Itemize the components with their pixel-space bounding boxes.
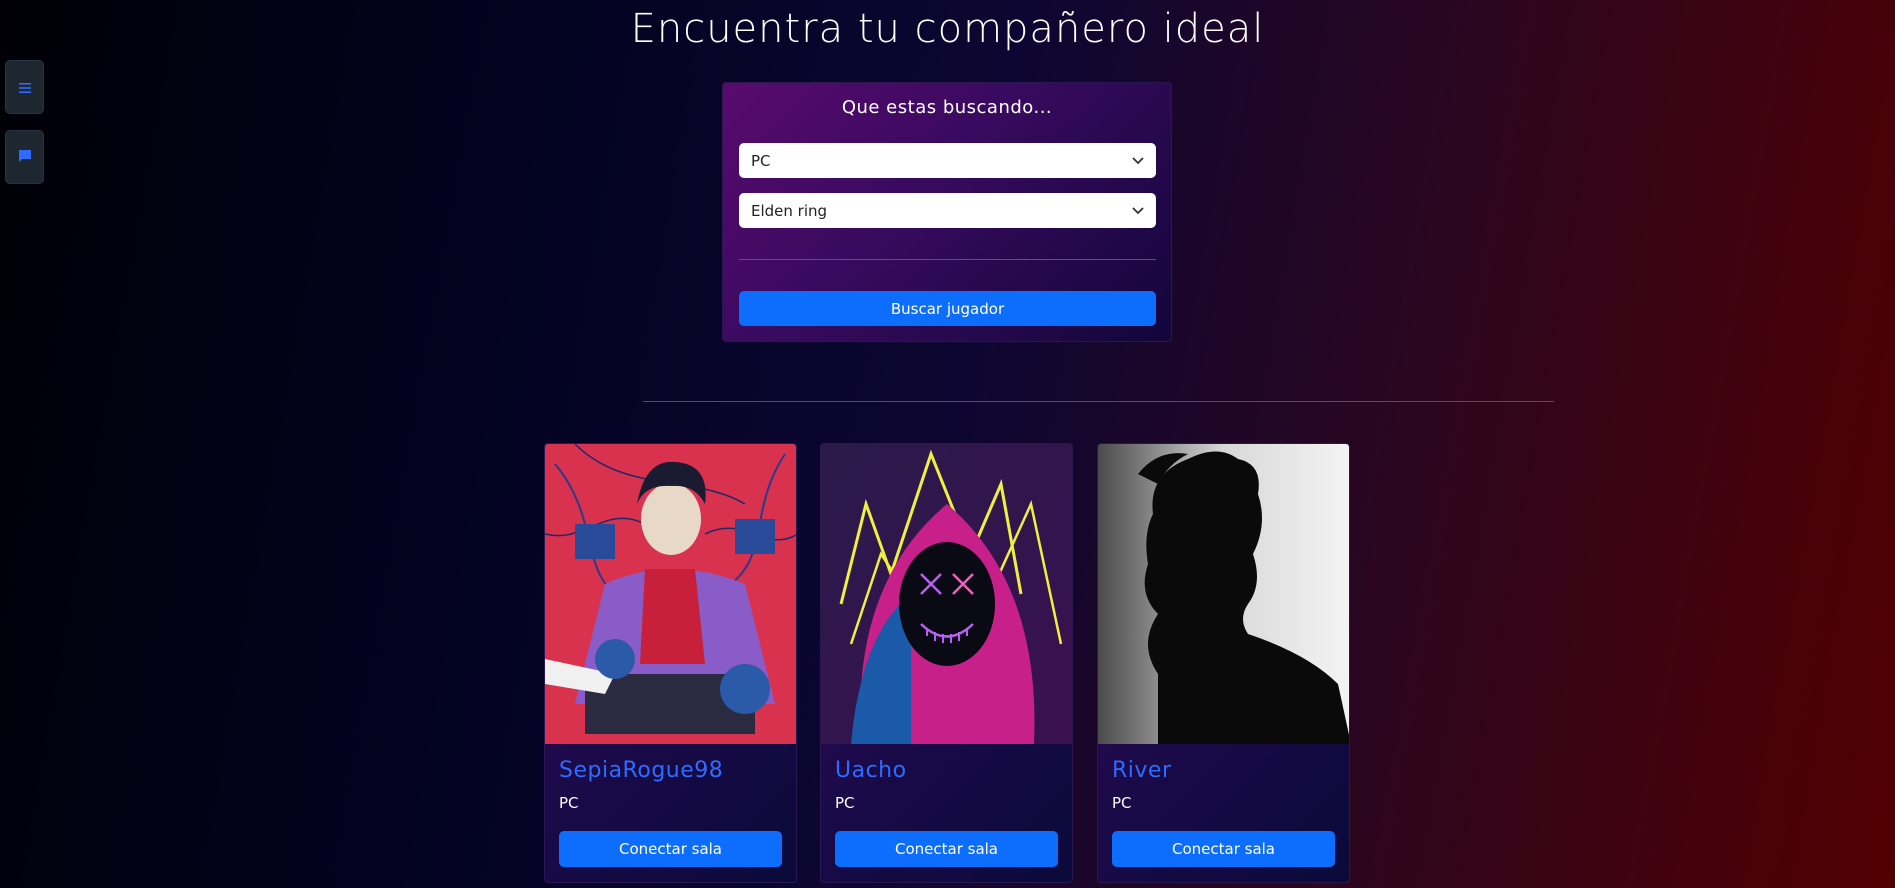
page-title: Encuentra tu compañero ideal	[630, 6, 1265, 52]
platform-select-value: PC	[751, 151, 771, 170]
chevron-down-icon	[1132, 156, 1144, 165]
hamburger-icon	[18, 78, 31, 97]
player-card: Uacho PC Conectar sala	[820, 443, 1073, 883]
connect-room-button[interactable]: Conectar sala	[835, 831, 1058, 867]
player-platform: PC	[1112, 794, 1132, 812]
player-platform: PC	[559, 794, 579, 812]
platform-select[interactable]: PC	[739, 143, 1156, 178]
section-divider	[643, 401, 1554, 402]
search-heading: Que estas buscando...	[841, 97, 1053, 118]
connect-room-button[interactable]: Conectar sala	[559, 831, 782, 867]
player-platform: PC	[835, 794, 855, 812]
player-card: River PC Conectar sala	[1097, 443, 1350, 883]
player-name: Uacho	[835, 758, 907, 783]
chat-bubble-icon	[18, 148, 32, 167]
panel-divider	[739, 259, 1156, 260]
chevron-down-icon	[1132, 206, 1144, 215]
player-name: River	[1112, 758, 1172, 783]
player-card: SepiaRogue98 PC Conectar sala	[544, 443, 797, 883]
game-select-value: Elden ring	[751, 201, 828, 220]
menu-toggle-button[interactable]	[5, 60, 44, 114]
search-player-button[interactable]: Buscar jugador	[739, 291, 1156, 326]
player-avatar	[1098, 444, 1349, 744]
connect-room-button[interactable]: Conectar sala	[1112, 831, 1335, 867]
player-name: SepiaRogue98	[559, 758, 724, 783]
player-avatar	[821, 444, 1072, 744]
player-avatar	[545, 444, 796, 744]
chat-button[interactable]	[5, 130, 44, 184]
search-panel: Que estas buscando... PC Elden ring Busc…	[722, 82, 1172, 342]
game-select[interactable]: Elden ring	[739, 193, 1156, 228]
